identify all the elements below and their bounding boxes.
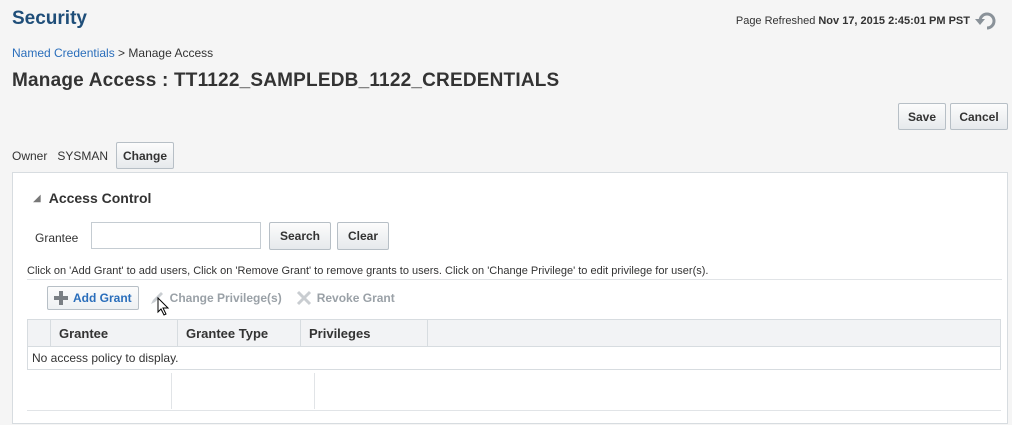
- column-divider: [314, 373, 315, 409]
- change-privileges-label: Change Privilege(s): [169, 291, 282, 305]
- x-icon: [296, 290, 311, 306]
- table-empty-area: [27, 373, 1001, 413]
- access-control-title: Access Control: [48, 190, 152, 206]
- refresh-timestamp: Nov 17, 2015 2:45:01 PM PST: [818, 15, 970, 27]
- breadcrumb-named-credentials[interactable]: Named Credentials: [12, 46, 115, 60]
- breadcrumb-separator: >: [114, 46, 129, 60]
- owner-value: SYSMAN: [57, 148, 109, 163]
- row-selector-header: [27, 319, 51, 347]
- table-bottom-line: [27, 410, 1001, 411]
- grantee-label: Grantee: [35, 231, 79, 245]
- refresh-label: Page Refreshed: [735, 15, 816, 27]
- app-title: Security: [12, 8, 87, 29]
- change-owner-button[interactable]: Change: [116, 142, 175, 169]
- add-grant-button[interactable]: Add Grant: [47, 286, 139, 310]
- plus-icon: [54, 291, 68, 305]
- triangle-down-icon[interactable]: ◢: [33, 193, 41, 204]
- breadcrumb: Named Credentials > Manage Access: [12, 46, 213, 60]
- revoke-grant-button[interactable]: Revoke Grant: [296, 290, 395, 306]
- column-header-grantee[interactable]: Grantee: [50, 319, 178, 347]
- access-control-header[interactable]: ◢ Access Control: [33, 190, 151, 206]
- instructions-text: Click on 'Add Grant' to add users, Click…: [27, 265, 709, 277]
- search-button[interactable]: Search: [269, 222, 331, 250]
- mouse-cursor-icon: [157, 297, 170, 316]
- column-header-grantee-type[interactable]: Grantee Type: [177, 319, 301, 347]
- toolbar-divider: [27, 279, 1002, 280]
- add-grant-label: Add Grant: [73, 291, 132, 305]
- filler-header: [427, 319, 1001, 347]
- access-control-panel: ◢ Access Control Grantee Search Clear Cl…: [12, 172, 1008, 424]
- cancel-button[interactable]: Cancel: [950, 103, 1008, 130]
- table-row: No access policy to display.: [27, 346, 1001, 370]
- grant-toolbar: Add Grant Change Privilege(s) Revoke Gra…: [47, 283, 409, 313]
- clear-button[interactable]: Clear: [337, 222, 389, 250]
- page-title: Manage Access : TT1122_SAMPLEDB_1122_CRE…: [12, 70, 560, 91]
- empty-table-message: No access policy to display.: [27, 346, 1001, 370]
- refresh-icon[interactable]: [974, 8, 1000, 34]
- grantee-search-input[interactable]: [91, 222, 261, 249]
- save-button[interactable]: Save: [898, 103, 946, 130]
- column-header-privileges[interactable]: Privileges: [300, 319, 428, 347]
- breadcrumb-current: Manage Access: [128, 46, 214, 60]
- column-divider: [171, 373, 172, 409]
- owner-row: Owner SYSMAN Change: [12, 142, 175, 169]
- grants-table: Grantee Grantee Type Privileges No acces…: [27, 319, 1001, 370]
- page-refresh-status: Page Refreshed Nov 17, 2015 2:45:01 PM P…: [736, 8, 1000, 34]
- owner-label: Owner: [12, 148, 48, 163]
- table-header-row: Grantee Grantee Type Privileges: [27, 319, 1001, 347]
- revoke-grant-label: Revoke Grant: [316, 291, 395, 305]
